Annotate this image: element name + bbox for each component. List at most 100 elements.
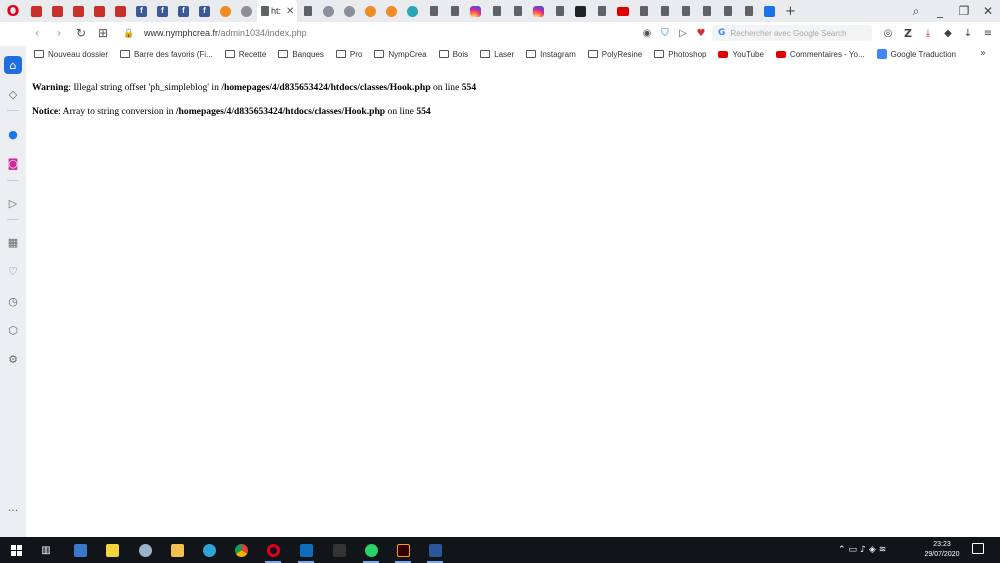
tab[interactable] — [570, 0, 591, 22]
bookmark-link[interactable]: YouTube — [718, 44, 764, 64]
instagram-icon[interactable]: ◙ — [0, 153, 26, 173]
heart-icon[interactable]: ♡ — [0, 261, 26, 281]
sticky-notes-icon[interactable] — [102, 540, 122, 560]
opera-menu-icon[interactable]: O — [0, 0, 26, 22]
tab[interactable] — [696, 0, 717, 22]
bookmark-folder[interactable]: Recette — [224, 44, 266, 64]
dropbox-icon[interactable]: ◈ — [869, 545, 876, 555]
bookmark-folder[interactable]: Bois — [438, 44, 468, 64]
edge-icon[interactable] — [199, 540, 219, 560]
send-icon[interactable]: ▷ — [676, 28, 690, 39]
restore-button[interactable]: ❐ — [952, 4, 976, 18]
illustrator-icon[interactable] — [393, 540, 413, 563]
box-icon[interactable]: ⬡ — [0, 320, 26, 340]
bookmark-link[interactable]: Commentaires - Yo... — [775, 44, 865, 64]
tab[interactable] — [68, 0, 89, 22]
messenger-icon[interactable]: ● — [0, 124, 26, 144]
tab[interactable] — [215, 0, 236, 22]
camera-icon[interactable]: ◉ — [640, 28, 654, 39]
more-icon[interactable]: ··· — [0, 500, 26, 520]
history-clock-icon[interactable]: ◷ — [0, 291, 26, 311]
tab[interactable] — [738, 0, 759, 22]
settings-gear-icon[interactable]: ⚙ — [0, 349, 26, 369]
tab[interactable] — [360, 0, 381, 22]
search-box[interactable]: G — [712, 25, 872, 41]
apps-grid-icon[interactable]: ▦ — [0, 232, 26, 252]
new-tab-button[interactable]: + — [780, 0, 801, 22]
tab[interactable] — [26, 0, 47, 22]
bookmark-folder[interactable]: Laser — [480, 44, 514, 64]
tab[interactable] — [297, 0, 318, 22]
chevron-up-icon[interactable]: ⌃ — [838, 545, 846, 555]
windows-start-icon[interactable] — [6, 540, 26, 560]
clock[interactable]: 23:23 29/07/2020 — [919, 540, 965, 560]
back-button[interactable]: ‹ — [26, 22, 48, 44]
tab[interactable] — [444, 0, 465, 22]
tab[interactable] — [528, 0, 549, 22]
task-view-icon[interactable]: ▥ — [36, 540, 56, 560]
bookmark-folder[interactable]: Pro — [335, 44, 362, 64]
bookmark-folder[interactable]: Barre des favoris (Fi... — [120, 44, 213, 64]
send-icon[interactable]: ▷ — [0, 193, 26, 213]
tab[interactable] — [612, 0, 633, 22]
whatsapp-icon[interactable] — [361, 540, 381, 563]
tabs-grid-icon[interactable]: ⊞ — [92, 22, 114, 44]
tab[interactable]: f — [173, 0, 194, 22]
tab[interactable] — [110, 0, 131, 22]
tab[interactable] — [423, 0, 444, 22]
tab[interactable] — [236, 0, 257, 22]
bookmark-link[interactable]: Google Traduction — [876, 44, 956, 64]
tab[interactable] — [675, 0, 696, 22]
heart-icon[interactable]: ♥ — [694, 28, 708, 39]
tab[interactable] — [507, 0, 528, 22]
outlook-icon[interactable] — [296, 540, 316, 563]
tab[interactable]: f — [194, 0, 215, 22]
tab[interactable] — [591, 0, 612, 22]
forward-button[interactable]: › — [48, 22, 70, 44]
file-explorer-icon[interactable] — [167, 540, 187, 560]
zotero-icon[interactable]: Z — [898, 27, 918, 40]
bookmark-folder[interactable]: Nouveau dossier — [34, 44, 108, 64]
opera-taskbar-icon[interactable] — [263, 540, 283, 563]
bookmark-folder[interactable]: NympCrea — [374, 44, 427, 64]
tab[interactable] — [465, 0, 486, 22]
tab[interactable] — [339, 0, 360, 22]
tab[interactable] — [89, 0, 110, 22]
download-extension-icon[interactable]: ⤓ — [918, 28, 938, 39]
tab[interactable] — [654, 0, 675, 22]
reload-button[interactable]: ↻ — [70, 22, 92, 44]
search-tabs-icon[interactable]: ⌕ — [904, 4, 928, 19]
tab[interactable]: f — [131, 0, 152, 22]
calculator-icon[interactable] — [70, 540, 90, 560]
paint-icon[interactable] — [135, 540, 155, 560]
close-window-button[interactable]: ✕ — [976, 4, 1000, 18]
tab[interactable] — [402, 0, 423, 22]
volume-icon[interactable]: ♪ — [860, 545, 866, 555]
tab[interactable] — [47, 0, 68, 22]
tab[interactable] — [759, 0, 780, 22]
easy-setup-icon[interactable]: ≡ — [978, 28, 998, 39]
more-bookmarks-icon[interactable]: » — [980, 48, 986, 59]
bookmark-folder[interactable]: Banques — [278, 44, 324, 64]
shield-icon[interactable]: ⛉ — [658, 28, 672, 39]
bookmark-folder[interactable]: Instagram — [526, 44, 576, 64]
word-icon[interactable] — [425, 540, 445, 563]
tab[interactable] — [381, 0, 402, 22]
cube-extension-icon[interactable]: ◆ — [938, 28, 958, 39]
lock-icon[interactable]: 🔒 — [122, 28, 136, 39]
tab[interactable] — [318, 0, 339, 22]
tab[interactable]: f — [152, 0, 173, 22]
tab[interactable] — [486, 0, 507, 22]
active-tab[interactable]: ht: ✕ — [257, 0, 297, 22]
tab[interactable] — [549, 0, 570, 22]
bookmark-folder[interactable]: Photoshop — [654, 44, 706, 64]
chrome-icon[interactable] — [231, 540, 251, 560]
battery-icon[interactable]: ▭ — [849, 545, 858, 555]
notifications-icon[interactable] — [972, 543, 984, 554]
tab[interactable] — [717, 0, 738, 22]
speed-dial-icon[interactable]: ◇ — [0, 84, 26, 104]
minimize-button[interactable]: _ — [928, 4, 952, 18]
home-icon[interactable]: ⌂ — [4, 56, 22, 74]
url-field[interactable]: www.nymphcrea.fr/admin1034/index.php — [144, 28, 307, 38]
extension-icon[interactable]: ◎ — [878, 28, 898, 39]
